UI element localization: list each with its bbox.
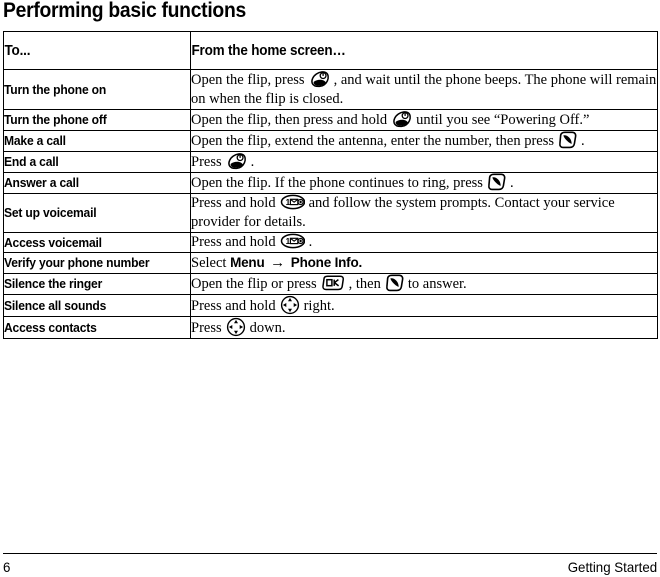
footer-page-number: 6 — [3, 559, 11, 575]
table-row: Silence the ringer Open the flip or press… — [3, 273, 658, 295]
row-label: Turn the phone on — [4, 81, 107, 97]
power-key-icon — [226, 152, 247, 170]
send-key-icon — [487, 173, 506, 191]
instruction-text: Select — [191, 255, 227, 271]
row-label-cell: Silence all sounds — [3, 294, 191, 317]
instruction-text: Open the flip, then press and hold — [191, 112, 388, 128]
column-header-to: To... — [3, 31, 178, 70]
power-key-icon — [391, 110, 412, 128]
row-label-cell: Set up voicemail — [3, 193, 191, 233]
table-row: Access voicemail Press and hold. — [3, 232, 658, 253]
row-label: Verify your phone number — [4, 255, 150, 270]
basic-functions-table: To... From the home screen… Turn the pho… — [3, 31, 658, 339]
row-instruction-cell: Open the flip, then press and hold until … — [190, 109, 658, 131]
instruction-text: Open the flip, extend the antenna, enter… — [191, 133, 555, 149]
instruction-text: Open the flip. If the phone continues to… — [191, 175, 483, 191]
row-instruction-cell: Press. — [190, 151, 658, 173]
instruction-text: Press — [191, 154, 222, 170]
instruction-emphasis: Menu — [230, 255, 265, 270]
row-instruction-cell: Open the flip, press, and wait until the… — [190, 69, 658, 110]
row-label: End a call — [4, 154, 59, 169]
instruction-text: . — [581, 133, 585, 149]
row-label: Make a call — [4, 133, 66, 148]
basic-functions-table-wrapper: To... From the home screen… Turn the pho… — [3, 31, 658, 339]
table-row: End a call Press. — [3, 151, 658, 173]
instruction-text: Press and hold — [191, 298, 276, 314]
footer-section-name: Getting Started — [567, 559, 657, 575]
row-label: Turn the phone off — [4, 112, 107, 127]
table-row: Access contacts Press down. — [3, 316, 658, 339]
voicemail-key-icon — [280, 233, 305, 249]
column-header-from-home-screen: From the home screen… — [190, 31, 626, 70]
row-label-cell: Turn the phone off — [3, 109, 191, 131]
instruction-text: to answer. — [407, 276, 467, 292]
instruction-emphasis: Phone Info. — [290, 255, 363, 270]
row-label: Silence the ringer — [4, 276, 103, 291]
table-header-row: To... From the home screen… — [3, 31, 658, 70]
row-instruction-cell: Select Menu → Phone Info. — [190, 252, 658, 274]
instruction-text: , then — [348, 276, 381, 292]
send-key-icon — [385, 274, 404, 292]
row-label-cell: Make a call — [3, 130, 191, 152]
instruction-text: Open the flip, press — [191, 72, 305, 88]
row-label: Access voicemail — [4, 234, 102, 250]
row-instruction-cell: Press and hold right. — [190, 294, 658, 317]
row-label: Silence all sounds — [4, 297, 107, 313]
footer-divider — [3, 553, 657, 554]
table-row: Answer a call Open the flip. If the phone… — [3, 172, 658, 194]
instruction-text: down. — [249, 320, 286, 336]
navigation-key-icon — [280, 295, 300, 315]
page-title: Performing basic functions — [3, 0, 246, 22]
row-label-cell: Verify your phone number — [3, 252, 191, 274]
table-row: Make a call Open the flip, extend the ant… — [3, 130, 658, 152]
table-body: Turn the phone on Open the flip, press, a… — [3, 69, 658, 339]
ok-key-icon — [321, 275, 345, 291]
row-label-cell: End a call — [3, 151, 191, 173]
instruction-text: Press and hold — [191, 195, 276, 211]
instruction-text: Press and hold — [191, 234, 276, 250]
navigation-key-icon — [226, 317, 246, 337]
row-label: Access contacts — [4, 319, 97, 335]
table-row: Turn the phone off Open the flip, then pr… — [3, 109, 658, 131]
row-label-cell: Silence the ringer — [3, 273, 191, 295]
row-instruction-cell: Open the flip. If the phone continues to… — [190, 172, 658, 194]
power-key-icon — [309, 70, 330, 88]
table-row: Set up voicemail Press and hold and follow… — [3, 193, 658, 233]
row-label-cell: Access contacts — [3, 316, 191, 339]
row-instruction-cell: Open the flip, extend the antenna, enter… — [190, 130, 658, 152]
page-footer: 6 Getting Started — [3, 559, 657, 575]
table-row: Verify your phone number Select Menu → Ph… — [3, 252, 658, 274]
row-instruction-cell: Open the flip or press , then to answer. — [190, 273, 658, 295]
instruction-text: Press — [191, 320, 222, 336]
instruction-text: right. — [303, 298, 335, 314]
instruction-text: . — [250, 154, 255, 170]
row-instruction-cell: Press down. — [190, 316, 658, 339]
row-instruction-cell: Press and hold. — [190, 232, 658, 253]
row-label-cell: Access voicemail — [3, 232, 191, 253]
voicemail-key-icon — [280, 194, 305, 210]
table-row: Silence all sounds Press and hold right. — [3, 294, 658, 317]
row-instruction-cell: Press and hold and follow the system prom… — [190, 193, 658, 233]
instruction-text: Open the flip or press — [191, 276, 317, 292]
row-label-cell: Turn the phone on — [3, 69, 191, 110]
row-label: Set up voicemail — [4, 205, 97, 220]
arrow-icon: → — [270, 255, 286, 271]
instruction-text: . — [509, 175, 514, 191]
column-header-to-label: To... — [3, 42, 30, 59]
instruction-text: until you see “Powering Off.” — [416, 112, 590, 128]
table-row: Turn the phone on Open the flip, press, a… — [3, 69, 658, 110]
column-header-from-home-screen-label: From the home screen… — [190, 42, 346, 59]
send-key-icon — [558, 131, 577, 149]
instruction-text: . — [308, 234, 313, 250]
row-label: Answer a call — [4, 175, 79, 190]
row-label-cell: Answer a call — [3, 172, 191, 194]
